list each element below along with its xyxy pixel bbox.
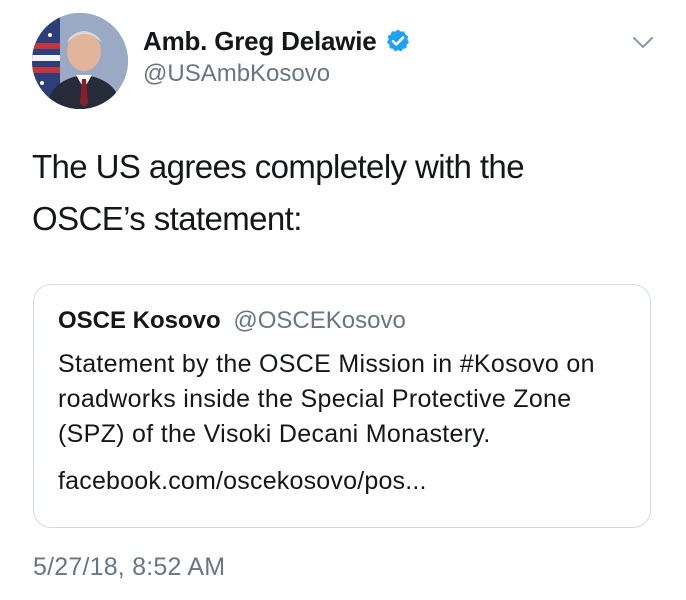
tweet-timestamp[interactable]: 5/27/18, 8:52 AM (33, 553, 225, 582)
tweet-text: The US agrees completely with the OSCE’s… (32, 148, 525, 237)
chevron-down-icon[interactable] (632, 36, 654, 50)
avatar-photo (32, 13, 128, 109)
quoted-tweet-link[interactable]: facebook.com/oscekosovo/pos... (58, 467, 427, 496)
quoted-tweet-text: Statement by the OSCE Mission in #Kosovo… (58, 350, 595, 448)
tweet: Amb. Greg Delawie @USAmbKosovo The US ag… (0, 0, 686, 600)
quoted-display-name: OSCE Kosovo (58, 307, 221, 334)
quoted-handle: @OSCEKosovo (233, 307, 406, 334)
avatar[interactable] (32, 13, 128, 109)
quoted-tweet-card[interactable]: OSCE Kosovo @OSCEKosovo Statement by the… (33, 284, 651, 528)
quoted-tweet-header: OSCE Kosovo @OSCEKosovo (58, 307, 406, 335)
author-handle[interactable]: @USAmbKosovo (143, 60, 411, 88)
display-name[interactable]: Amb. Greg Delawie (143, 26, 377, 57)
author-info[interactable]: Amb. Greg Delawie @USAmbKosovo (143, 24, 411, 88)
verified-badge-icon (385, 28, 411, 54)
name-row: Amb. Greg Delawie (143, 24, 411, 58)
